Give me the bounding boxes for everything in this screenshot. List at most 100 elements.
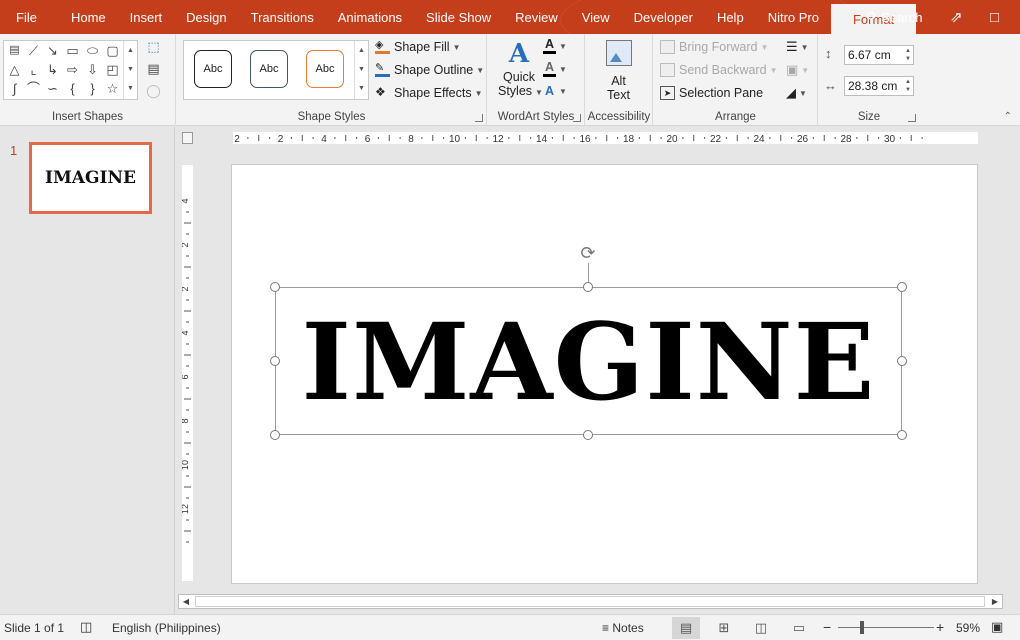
slide-show-button[interactable]: ▭ xyxy=(785,617,813,639)
wordart-launcher[interactable] xyxy=(573,114,581,122)
reading-view-button[interactable]: ◫ xyxy=(747,617,775,639)
shape-width-input[interactable]: 28.38 cm ▲ ▼ xyxy=(844,76,914,96)
resize-handle-bottom-right[interactable] xyxy=(897,430,907,440)
textbox-shape-icon[interactable]: ▤ xyxy=(6,42,23,59)
shapes-gallery-scroll[interactable]: ▲ ▼ ▼ xyxy=(123,41,137,99)
tab-transitions[interactable]: Transitions xyxy=(239,0,326,34)
text-box-icon[interactable]: ▤ xyxy=(145,60,162,77)
style-sample-blue[interactable]: Abc xyxy=(250,50,288,88)
bring-forward-button[interactable]: Bring Forward ▼ xyxy=(660,40,768,54)
curve-shape-icon[interactable]: ∽ xyxy=(44,80,61,97)
text-outline-button[interactable]: A ▼ xyxy=(543,61,567,77)
oval-shape-icon[interactable]: ⬭ xyxy=(84,42,101,59)
alt-text-button[interactable]: Alt Text xyxy=(596,40,641,106)
tab-home[interactable]: Home xyxy=(59,0,118,34)
normal-view-button[interactable]: ▤ xyxy=(672,617,700,639)
line-shape-icon[interactable]: ⟋ xyxy=(25,42,42,59)
resize-handle-bottom[interactable] xyxy=(583,430,593,440)
style-sample-orange[interactable]: Abc xyxy=(306,50,344,88)
spell-check-icon[interactable]: ◫ xyxy=(80,619,92,635)
selection-pane-button[interactable]: ➤ Selection Pane xyxy=(660,86,763,100)
text-fill-button[interactable]: A ▼ xyxy=(543,38,567,54)
quick-styles-button[interactable]: A Quick Styles ▼ xyxy=(498,38,543,106)
rounded-rect-shape-icon[interactable]: ▢ xyxy=(104,42,121,59)
star-shape-icon[interactable]: ☆ xyxy=(104,80,121,97)
scroll-left-icon[interactable]: ◀ xyxy=(179,595,193,608)
shape-styles-gallery[interactable]: Abc Abc Abc ▲ ▼ ▼ xyxy=(183,40,369,100)
selection-box[interactable] xyxy=(275,287,902,435)
horizontal-scrollbar[interactable]: ◀ ▶ xyxy=(178,594,1003,609)
text-effects-button[interactable]: A ▼ xyxy=(543,84,567,98)
arrow-line-shape-icon[interactable]: ↘ xyxy=(44,42,61,59)
scroll-right-icon[interactable]: ▶ xyxy=(988,595,1002,608)
horizontal-ruler[interactable]: 2 2 4 6 8 10 12 14 16 18 20 22 24 26 28 30 xyxy=(233,132,978,144)
tab-nitro-pro[interactable]: Nitro Pro xyxy=(756,0,831,34)
tab-slide-show[interactable]: Slide Show xyxy=(414,0,503,34)
send-backward-button[interactable]: Send Backward ▼ xyxy=(660,63,777,77)
edit-shape-icon[interactable]: ⬚ xyxy=(145,38,162,55)
tab-design[interactable]: Design xyxy=(174,0,238,34)
tab-review[interactable]: Review xyxy=(503,0,570,34)
style-sample-black[interactable]: Abc xyxy=(194,50,232,88)
notes-button[interactable]: ≡ Notes xyxy=(602,621,644,635)
resize-handle-bottom-left[interactable] xyxy=(270,430,280,440)
slide-thumbnail[interactable]: IMAGINE xyxy=(29,142,152,214)
tab-insert[interactable]: Insert xyxy=(118,0,175,34)
arc-shape-icon[interactable]: ⌒ xyxy=(25,80,42,97)
zoom-slider-thumb[interactable] xyxy=(860,621,864,634)
height-spinner-arrows[interactable]: ▲ ▼ xyxy=(905,47,911,63)
tab-selector[interactable] xyxy=(182,132,193,144)
comments-icon[interactable]: □ xyxy=(990,0,999,34)
scrollbar-thumb[interactable] xyxy=(195,596,985,607)
size-launcher[interactable] xyxy=(908,114,916,122)
align-icon: ☰ xyxy=(786,39,798,54)
zoom-slider-track[interactable] xyxy=(838,627,934,628)
shape-outline-button[interactable]: ✎ Shape Outline ▼ xyxy=(375,63,484,77)
styles-gallery-scroll[interactable]: ▲ ▼ ▼ xyxy=(354,41,368,99)
width-spinner-arrows[interactable]: ▲ ▼ xyxy=(905,78,911,94)
share-icon[interactable]: ⇗ xyxy=(950,0,963,34)
vertical-ruler[interactable]: 4 2 2 4 6 8 10 12 xyxy=(180,165,193,581)
tab-help[interactable]: Help xyxy=(705,0,756,34)
fit-slide-icon[interactable]: ▣ xyxy=(991,619,1003,635)
tab-file[interactable]: File xyxy=(0,0,59,34)
slide-canvas[interactable]: IMAGINE ⟳ xyxy=(231,164,978,584)
right-arrow-shape-icon[interactable]: ⇨ xyxy=(64,61,81,78)
tab-animations[interactable]: Animations xyxy=(326,0,414,34)
right-brace-shape-icon[interactable]: } xyxy=(84,80,101,97)
snip-rect-shape-icon[interactable]: ◰ xyxy=(104,61,121,78)
slide-sorter-button[interactable]: ⊞ xyxy=(710,617,738,639)
shape-height-input[interactable]: 6.67 cm ▲ ▼ xyxy=(844,45,914,65)
ruler-label: 2 xyxy=(278,134,284,144)
tab-developer[interactable]: Developer xyxy=(622,0,705,34)
zoom-level[interactable]: 59% xyxy=(956,621,980,635)
resize-handle-top-right[interactable] xyxy=(897,282,907,292)
zoom-out-icon[interactable]: − xyxy=(823,619,831,635)
elbow-connector-icon[interactable]: ⌞ xyxy=(25,61,42,78)
align-button[interactable]: ☰ ▼ xyxy=(786,39,809,55)
shape-fill-button[interactable]: ◈ Shape Fill ▼ xyxy=(375,40,461,54)
shapes-gallery[interactable]: ▤ ⟋ ↘ ▭ ⬭ ▢ △ ⌞ ↳ ⇨ ⇩ ◰ ∫ ⌒ ∽ { } ☆ ▲ ▼ ▼ xyxy=(3,40,138,100)
collapse-ribbon-icon[interactable]: ⌃ xyxy=(1004,111,1012,122)
shape-styles-launcher[interactable] xyxy=(475,114,483,122)
down-arrow-shape-icon[interactable]: ⇩ xyxy=(84,61,101,78)
tab-view[interactable]: View xyxy=(570,0,622,34)
resize-handle-right[interactable] xyxy=(897,356,907,366)
zoom-in-icon[interactable]: + xyxy=(936,619,944,635)
triangle-shape-icon[interactable]: △ xyxy=(6,61,23,78)
resize-handle-left[interactable] xyxy=(270,356,280,366)
rotate-button[interactable]: ◢ ▼ xyxy=(786,85,807,101)
rotate-handle-icon[interactable]: ⟳ xyxy=(578,243,598,263)
shape-height-icon: ↕ xyxy=(825,46,832,61)
resize-handle-top-left[interactable] xyxy=(270,282,280,292)
shape-effects-button[interactable]: ❖ Shape Effects ▼ xyxy=(375,86,483,101)
freeform-shape-icon[interactable]: ∫ xyxy=(6,80,23,97)
search-box[interactable]: ⚲ Search xyxy=(866,0,922,34)
language-indicator[interactable]: English (Philippines) xyxy=(112,621,221,635)
left-brace-shape-icon[interactable]: { xyxy=(64,80,81,97)
group-objects-button[interactable]: ▣ ▼ xyxy=(786,62,809,78)
resize-handle-top[interactable] xyxy=(583,282,593,292)
rectangle-shape-icon[interactable]: ▭ xyxy=(64,42,81,59)
elbow-arrow-icon[interactable]: ↳ xyxy=(44,61,61,78)
slide-count[interactable]: Slide 1 of 1 xyxy=(4,621,64,635)
